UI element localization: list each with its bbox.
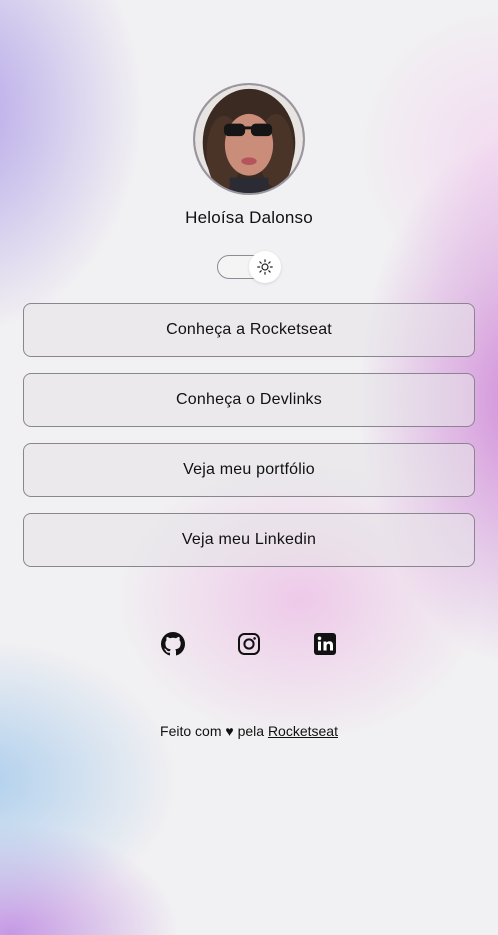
link-rocketseat[interactable]: Conheça a Rocketseat — [23, 303, 475, 357]
page: Heloísa Dalonso Conheça a Rocketseat Con… — [0, 0, 498, 935]
social-links — [0, 630, 498, 658]
link-devlinks[interactable]: Conheça o Devlinks — [23, 373, 475, 427]
theme-toggle-knob[interactable] — [249, 251, 281, 283]
footer: Feito com ♥ pela Rocketseat — [0, 723, 498, 739]
instagram-link[interactable] — [237, 630, 261, 658]
avatar-image — [195, 85, 303, 193]
avatar — [193, 83, 305, 195]
links-list: Conheça a Rocketseat Conheça o Devlinks … — [23, 303, 475, 583]
instagram-icon — [238, 633, 260, 655]
github-link[interactable] — [161, 630, 185, 658]
linkedin-icon — [314, 633, 336, 655]
footer-rocketseat-link[interactable]: Rocketseat — [268, 723, 338, 739]
link-portfolio[interactable]: Veja meu portfólio — [23, 443, 475, 497]
linkedin-link[interactable] — [313, 630, 337, 658]
profile-name: Heloísa Dalonso — [185, 208, 313, 227]
link-linkedin[interactable]: Veja meu Linkedin — [23, 513, 475, 567]
footer-text: Feito com ♥ pela — [160, 723, 268, 739]
sun-icon — [257, 259, 273, 275]
github-icon — [161, 632, 185, 656]
